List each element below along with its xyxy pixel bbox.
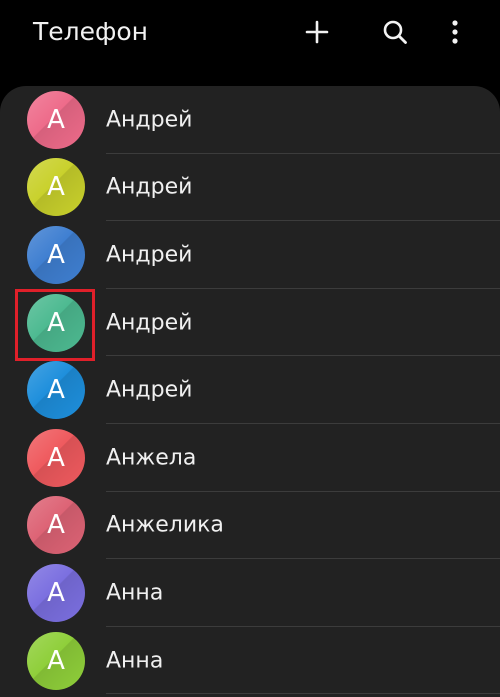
- contact-avatar[interactable]: А: [27, 158, 85, 217]
- contact-row[interactable]: А Андрей: [0, 154, 500, 222]
- contact-avatar[interactable]: А: [27, 90, 85, 149]
- contact-row[interactable]: А Анжела: [0, 424, 500, 492]
- contact-name: Андрей: [106, 107, 193, 133]
- contact-name: Андрей: [106, 174, 193, 200]
- contacts-list[interactable]: А Андрей А Андрей А Андрей А Андрей А Андрей А Анже…: [0, 86, 500, 697]
- avatar-initial: А: [47, 239, 65, 270]
- contact-row[interactable]: А Андрей: [0, 356, 500, 424]
- avatar-initial: А: [47, 645, 65, 676]
- contact-avatar[interactable]: А: [27, 225, 85, 284]
- contact-avatar[interactable]: А: [27, 361, 85, 420]
- avatar-initial: А: [47, 577, 65, 608]
- more-vertical-icon: [452, 20, 458, 44]
- contact-avatar[interactable]: А: [27, 631, 85, 690]
- contact-avatar[interactable]: А: [27, 563, 85, 622]
- search-icon: [383, 20, 407, 44]
- phone-contacts-screen: Телефон А Андрей А Андрей А Андрей А Андрей А Анд…: [0, 0, 500, 697]
- row-divider: [106, 693, 500, 695]
- more-options-button[interactable]: [435, 12, 475, 52]
- contact-row[interactable]: А Андрей: [0, 86, 500, 154]
- add-contact-button[interactable]: [297, 12, 337, 52]
- avatar-initial: А: [47, 375, 65, 406]
- avatar-initial: А: [47, 172, 65, 203]
- contact-avatar[interactable]: А: [27, 293, 85, 352]
- contact-row[interactable]: А Андрей: [0, 289, 500, 357]
- contact-row[interactable]: А Анжелика: [0, 492, 500, 560]
- plus-icon: [305, 20, 329, 44]
- contact-row[interactable]: А Анна: [0, 559, 500, 627]
- avatar-initial: А: [47, 442, 65, 473]
- contact-avatar[interactable]: А: [27, 496, 85, 555]
- avatar-initial: А: [47, 510, 65, 541]
- app-bar: Телефон: [0, 0, 500, 70]
- contact-name: Анна: [106, 580, 164, 606]
- contact-name: Андрей: [106, 242, 193, 268]
- contact-row[interactable]: А Андрей: [0, 221, 500, 289]
- app-title: Телефон: [33, 17, 149, 46]
- avatar-initial: А: [47, 307, 65, 338]
- contact-name: Андрей: [106, 310, 193, 336]
- contact-name: Анна: [106, 648, 164, 674]
- contact-avatar[interactable]: А: [27, 428, 85, 487]
- contact-name: Андрей: [106, 377, 193, 403]
- search-button[interactable]: [375, 12, 415, 52]
- avatar-initial: А: [47, 104, 65, 135]
- contact-row[interactable]: А Анна: [0, 627, 500, 695]
- contact-name: Анжелика: [106, 512, 224, 538]
- contact-name: Анжела: [106, 445, 197, 471]
